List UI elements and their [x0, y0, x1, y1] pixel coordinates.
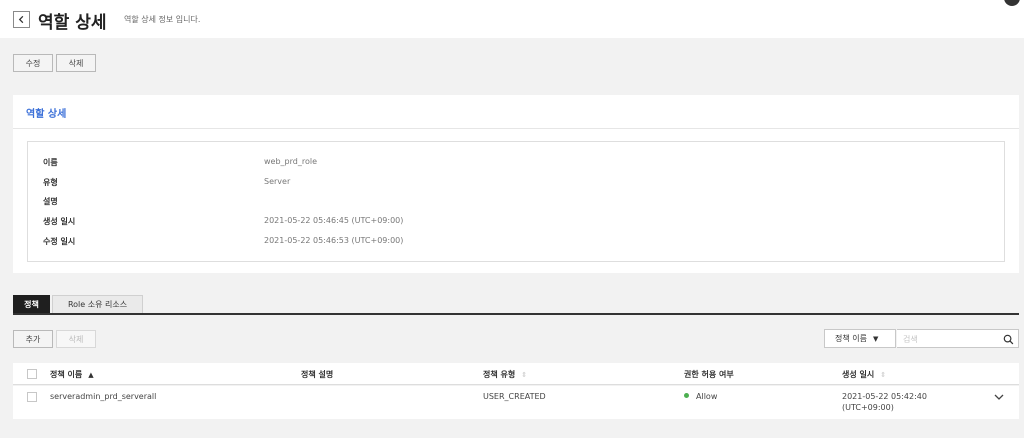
cell-created: 2021-05-22 05:42:40 (UTC+09:00) — [842, 392, 927, 412]
column-header-permission: 권한 허용 여부 — [684, 370, 734, 379]
divider — [13, 128, 1019, 129]
tab-underline — [13, 313, 1019, 315]
field-label-description: 설명 — [43, 197, 58, 206]
page-header: 역할 상세 역할 상세 정보 입니다. — [0, 0, 1024, 38]
sort-asc-icon: ▲ — [88, 370, 94, 379]
field-value-created: 2021-05-22 05:46:45 (UTC+09:00) — [264, 216, 404, 225]
sort-both-icon: ⇕ — [880, 370, 887, 379]
column-header-policy-type[interactable]: 정책 유형 ⇕ — [483, 369, 527, 380]
add-policy-button[interactable]: 추가 — [13, 330, 53, 348]
select-all-checkbox[interactable] — [27, 369, 37, 379]
sort-both-icon: ⇕ — [521, 370, 528, 379]
column-header-policy-name[interactable]: 정책 이름 ▲ — [50, 369, 94, 380]
tab-role-resources[interactable]: Role 소유 리소스 — [52, 295, 143, 313]
page-title: 역할 상세 — [38, 13, 107, 33]
delete-button[interactable]: 삭제 — [56, 54, 96, 72]
chevron-down-icon[interactable] — [994, 393, 1004, 401]
tab-policy[interactable]: 정책 — [13, 295, 50, 313]
search-input[interactable] — [903, 332, 999, 346]
cell-permission: Allow — [684, 391, 717, 402]
edit-button[interactable]: 수정 — [13, 54, 53, 72]
field-value-modified: 2021-05-22 05:46:53 (UTC+09:00) — [264, 236, 404, 245]
chevron-left-icon — [18, 15, 24, 24]
status-dot-icon — [684, 393, 689, 398]
row-checkbox[interactable] — [27, 392, 37, 402]
filter-selected-label: 정책 이름 — [835, 334, 867, 343]
search-filter-select[interactable]: 정책 이름 ▼ — [824, 329, 896, 348]
column-header-policy-description: 정책 설명 — [301, 370, 334, 379]
field-label-name: 이름 — [43, 158, 58, 167]
policy-table-header: 정책 이름 ▲ 정책 설명 정책 유형 ⇕ 권한 허용 여부 생성 일시 ⇕ — [13, 363, 1019, 385]
field-label-created: 생성 일시 — [43, 217, 76, 226]
search-icon[interactable] — [1003, 334, 1014, 345]
detail-box: 이름 web_prd_role 유형 Server 설명 생성 일시 2021-… — [27, 141, 1005, 262]
caret-down-icon: ▼ — [872, 334, 879, 343]
field-value-type: Server — [264, 177, 291, 186]
field-label-type: 유형 — [43, 178, 58, 187]
user-avatar[interactable] — [1004, 0, 1020, 6]
role-detail-panel: 역할 상세 이름 web_prd_role 유형 Server 설명 생성 일시… — [13, 95, 1019, 273]
page-subtitle: 역할 상세 정보 입니다. — [124, 15, 201, 24]
cell-policy-name[interactable]: serveradmin_prd_serverall — [50, 391, 156, 402]
field-value-name: web_prd_role — [264, 157, 317, 166]
cell-policy-type: USER_CREATED — [483, 392, 546, 401]
table-row[interactable]: serveradmin_prd_serverall USER_CREATED A… — [13, 386, 1019, 419]
field-label-modified: 수정 일시 — [43, 237, 76, 246]
panel-title: 역할 상세 — [26, 109, 67, 120]
column-header-created[interactable]: 생성 일시 ⇕ — [842, 369, 886, 380]
search-box — [897, 329, 1019, 348]
delete-policy-button[interactable]: 삭제 — [56, 330, 96, 348]
back-button[interactable] — [13, 11, 30, 28]
